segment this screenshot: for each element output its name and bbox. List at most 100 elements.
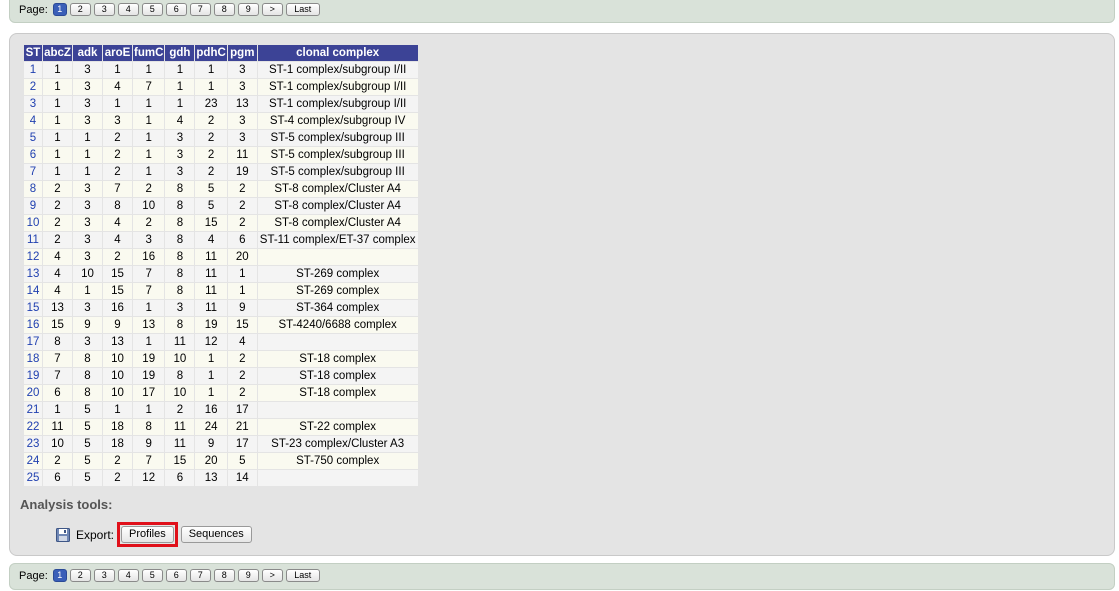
page-7-button[interactable]: 7 — [189, 569, 211, 582]
page-1-button[interactable]: 1 — [52, 3, 67, 16]
st-link[interactable]: 4 — [30, 115, 36, 127]
next-page-button[interactable]: > — [261, 3, 283, 16]
page-6-button[interactable]: 6 — [165, 3, 187, 16]
st-link[interactable]: 21 — [27, 404, 40, 416]
page-5-button[interactable]: 5 — [141, 3, 163, 16]
allele-cell: 6 — [164, 469, 196, 487]
st-link[interactable]: 2 — [30, 81, 36, 93]
allele-cell: 10 — [72, 265, 103, 283]
allele-cell: 7 — [131, 78, 166, 96]
allele-cell: 17 — [131, 384, 166, 402]
allele-cell: 2 — [131, 180, 166, 198]
clonal-complex-cell: ST-5 complex/subgroup III — [256, 146, 419, 164]
st-cell: 15 — [23, 299, 43, 317]
st-link[interactable]: 5 — [30, 132, 36, 144]
st-link[interactable]: 8 — [30, 183, 36, 195]
st-link[interactable]: 17 — [27, 336, 40, 348]
page-2-button[interactable]: 2 — [69, 3, 91, 16]
table-row: 16 15 9 9 13 8 19 15 ST-4240/6688 complex — [23, 316, 419, 334]
st-link[interactable]: 1 — [30, 64, 36, 76]
st-link[interactable]: 22 — [27, 421, 40, 433]
page-7-button[interactable]: 7 — [189, 3, 211, 16]
next-page-button[interactable]: > — [261, 569, 283, 582]
st-link[interactable]: 23 — [27, 438, 40, 450]
st-link[interactable]: 13 — [27, 268, 40, 280]
clonal-complex-cell: ST-18 complex — [256, 367, 419, 385]
allele-cell: 1 — [42, 61, 73, 79]
allele-cell: 11 — [194, 265, 228, 283]
allele-cell: 1 — [102, 95, 133, 113]
page-8-button[interactable]: 8 — [213, 3, 235, 16]
st-link[interactable]: 9 — [30, 200, 36, 212]
last-page-button[interactable]: Last — [285, 569, 320, 582]
st-link[interactable]: 25 — [27, 472, 40, 484]
export-sequences-button[interactable]: Sequences — [180, 526, 252, 543]
page-4-button[interactable]: 4 — [117, 569, 139, 582]
allele-cell: 10 — [164, 350, 196, 368]
allele-cell: 20 — [194, 452, 228, 470]
export-profiles-button[interactable]: Profiles — [121, 526, 174, 543]
st-cell: 18 — [23, 350, 43, 368]
table-row: 12 4 3 2 16 8 11 20 — [23, 248, 419, 266]
st-link[interactable]: 18 — [27, 353, 40, 365]
allele-cell: 8 — [72, 367, 103, 385]
allele-cell: 1 — [131, 163, 166, 181]
st-link[interactable]: 6 — [30, 149, 36, 161]
allele-cell: 1 — [42, 401, 73, 419]
allele-cell: 10 — [102, 367, 133, 385]
clonal-complex-cell: ST-4240/6688 complex — [256, 316, 419, 334]
page-3-button[interactable]: 3 — [93, 569, 115, 582]
table-row: 23 10 5 18 9 11 9 17 ST-23 complex/Cluster A3 — [23, 435, 419, 453]
allele-cell: 3 — [72, 95, 103, 113]
allele-cell: 1 — [72, 282, 103, 300]
allele-cell: 2 — [226, 180, 258, 198]
allele-cell: 9 — [226, 299, 258, 317]
allele-cell: 3 — [72, 299, 103, 317]
page-1-button[interactable]: 1 — [52, 569, 67, 582]
clonal-complex-cell: ST-5 complex/subgroup III — [256, 163, 419, 181]
table-row: 13 4 10 15 7 8 11 1 ST-269 complex — [23, 265, 419, 283]
st-cell: 4 — [23, 112, 43, 130]
allele-cell: 18 — [102, 418, 133, 436]
st-link[interactable]: 7 — [30, 166, 36, 178]
allele-cell: 8 — [164, 316, 196, 334]
allele-cell: 1 — [131, 61, 166, 79]
allele-cell: 1 — [131, 129, 166, 147]
page-9-button[interactable]: 9 — [237, 3, 259, 16]
clonal-complex-cell: ST-364 complex — [256, 299, 419, 317]
column-header: gdh — [164, 44, 196, 62]
column-header: pdhC — [194, 44, 228, 62]
last-page-button[interactable]: Last — [285, 3, 320, 16]
allele-cell: 5 — [72, 401, 103, 419]
st-link[interactable]: 12 — [27, 251, 40, 263]
st-cell: 14 — [23, 282, 43, 300]
st-link[interactable]: 15 — [27, 302, 40, 314]
allele-cell: 4 — [42, 248, 73, 266]
st-link[interactable]: 11 — [27, 234, 39, 246]
clonal-complex-cell — [256, 401, 419, 419]
allele-cell: 7 — [42, 367, 73, 385]
st-link[interactable]: 16 — [27, 319, 40, 331]
st-link[interactable]: 24 — [27, 455, 40, 467]
page-2-button[interactable]: 2 — [69, 569, 91, 582]
page-5-button[interactable]: 5 — [141, 569, 163, 582]
page-4-button[interactable]: 4 — [117, 3, 139, 16]
st-link[interactable]: 19 — [27, 370, 40, 382]
st-link[interactable]: 10 — [27, 217, 40, 229]
allele-cell: 5 — [194, 180, 228, 198]
page-9-button[interactable]: 9 — [237, 569, 259, 582]
allele-cell: 1 — [194, 350, 228, 368]
st-link[interactable]: 14 — [27, 285, 40, 297]
page-6-button[interactable]: 6 — [165, 569, 187, 582]
page-8-button[interactable]: 8 — [213, 569, 235, 582]
allele-cell: 15 — [42, 316, 73, 334]
results-panel: ST abcZ adk aroE fumC gdh pdhC pgm clonal comple… — [9, 33, 1115, 556]
allele-cell: 4 — [226, 333, 258, 351]
clonal-complex-cell: ST-1 complex/subgroup I/II — [256, 61, 419, 79]
table-row: 25 6 5 2 12 6 13 14 — [23, 469, 419, 487]
allele-cell: 1 — [194, 384, 228, 402]
page-3-button[interactable]: 3 — [93, 3, 115, 16]
st-link[interactable]: 20 — [27, 387, 40, 399]
st-link[interactable]: 3 — [30, 98, 36, 110]
clonal-complex-cell — [256, 248, 419, 266]
